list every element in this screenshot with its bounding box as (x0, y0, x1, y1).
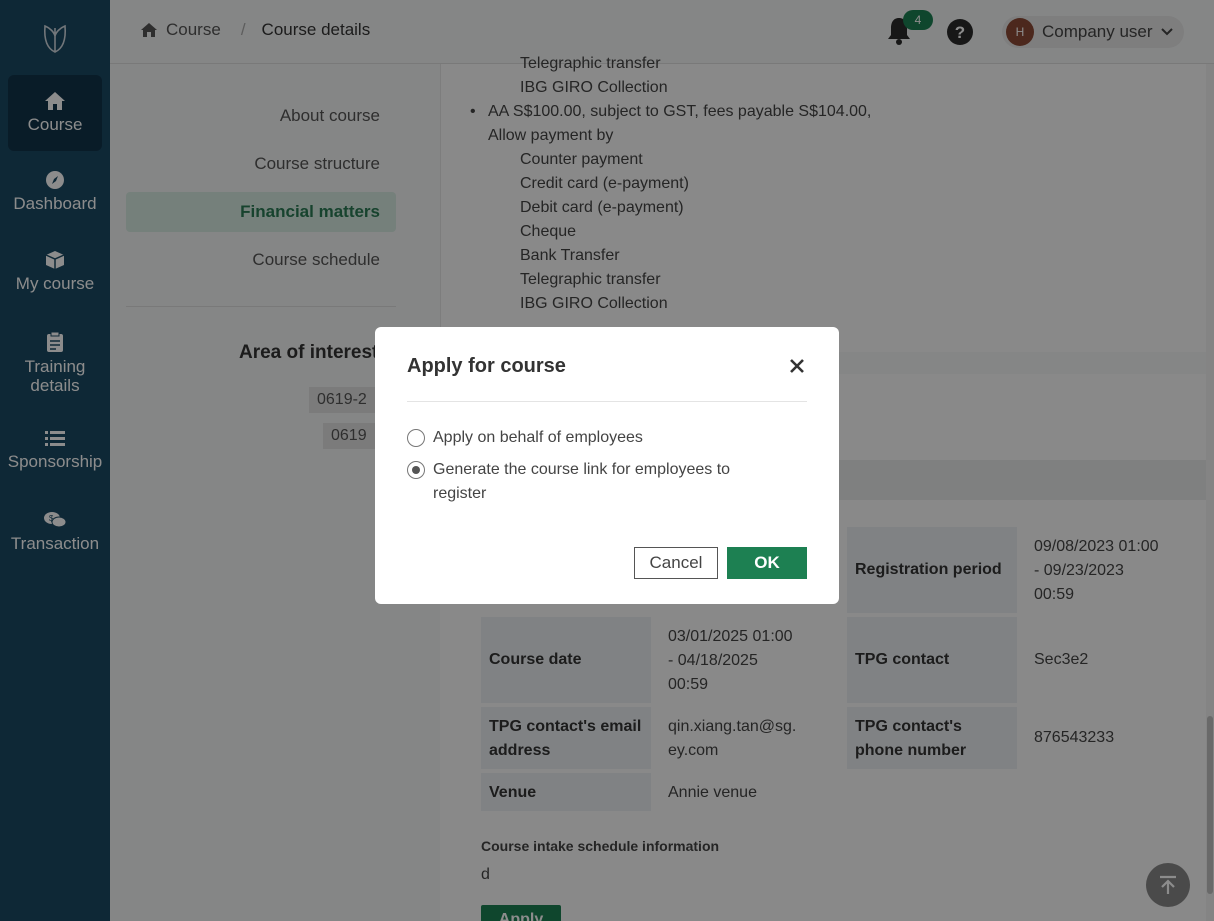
apply-course-dialog: Apply for course Apply on behalf of empl… (375, 327, 839, 604)
radio-checked[interactable] (407, 461, 425, 479)
option-label: Apply on behalf of employees (433, 429, 643, 446)
ok-button[interactable]: OK (727, 547, 807, 579)
option-apply-on-behalf[interactable]: Apply on behalf of employees (407, 426, 787, 450)
option-generate-link[interactable]: Generate the course link for employees t… (407, 458, 787, 506)
cancel-button[interactable]: Cancel (634, 547, 718, 579)
radio-unchecked[interactable] (407, 429, 425, 447)
close-icon[interactable] (788, 357, 806, 375)
option-label: Generate the course link for employees t… (433, 461, 731, 502)
dialog-divider (407, 401, 807, 402)
dialog-title: Apply for course (407, 355, 566, 377)
